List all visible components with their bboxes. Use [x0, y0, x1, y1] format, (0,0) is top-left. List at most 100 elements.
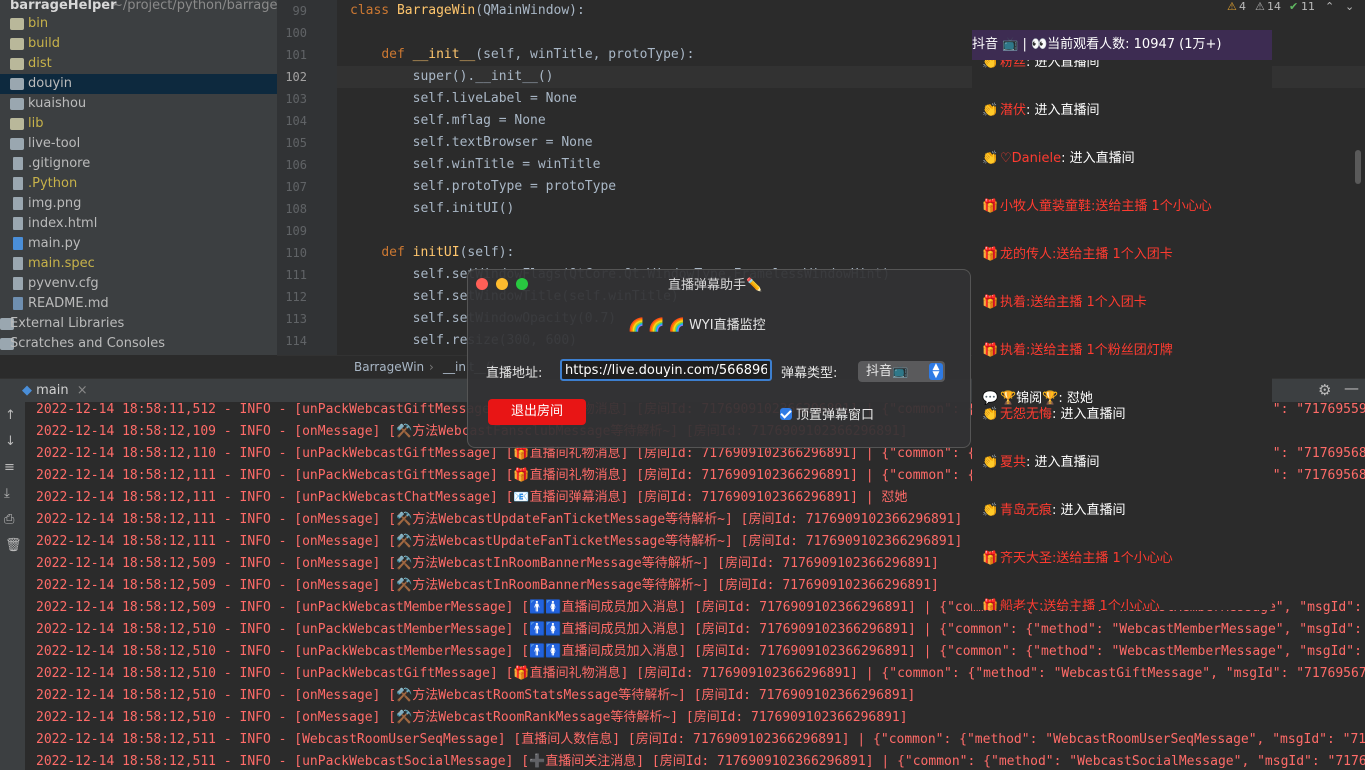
file-icon — [13, 297, 23, 310]
type-label: 弹幕类型: — [781, 366, 838, 381]
log-line: 2022-12-14 18:58:12,510 - INFO - [unPack… — [36, 644, 1365, 659]
danmaku-window[interactable]: 👏 粉丝: 进入直播间 👏 潜伏: 进入直播间 👏 ♡Daniele: 进入直播间 🎁 小牧人… — [972, 30, 1272, 610]
code-token: (self, winTitle, protoType): — [475, 47, 695, 62]
tree-item[interactable]: .Python — [0, 174, 277, 194]
tree-item[interactable]: lib — [0, 114, 277, 134]
tree-item-label: lib — [28, 116, 44, 131]
line-number: 102 — [285, 70, 307, 84]
message-text: : 进入直播间 — [1026, 455, 1100, 470]
tree-item[interactable]: kuaishou — [0, 94, 277, 114]
code-line: self.liveLabel = None — [350, 88, 577, 110]
line-number: 107 — [285, 180, 307, 194]
code-line: self.protoType = protoType — [350, 176, 617, 198]
code-token: BarrageWin — [396, 3, 476, 18]
tree-item[interactable]: main.spec — [0, 254, 277, 274]
line-number: 110 — [285, 246, 307, 260]
message-text: : 进入直播间 — [1052, 407, 1126, 422]
gear-icon[interactable]: ⚙ — [1318, 381, 1331, 399]
code-token: def — [381, 47, 413, 62]
message-user: 齐天大圣 — [1000, 551, 1053, 566]
code-token: __init__ — [412, 47, 476, 62]
zoom-window-button[interactable] — [516, 278, 528, 290]
tree-item[interactable]: main.py — [0, 234, 277, 254]
address-input[interactable] — [560, 359, 772, 381]
tree-item[interactable]: douyin — [0, 74, 277, 94]
tree-item[interactable]: bin — [0, 14, 277, 34]
code-token: initUI — [412, 245, 460, 260]
line-gutter: 99 100 101 102 103 104 105 106 107 108 109 110 111 11… — [277, 0, 337, 355]
tree-item-label: dist — [28, 56, 52, 71]
type-select[interactable]: 抖音📺 ▲ ▼ — [858, 361, 945, 382]
soft-wrap-icon[interactable]: ≡ — [4, 460, 15, 475]
ok-count: 11 — [1301, 0, 1315, 13]
danmaku-header: 抖音 📺 | 👀当前观看人数: 10947 (1万+) — [972, 30, 1272, 60]
message-kind-icon: 👏 — [982, 407, 999, 422]
log-line: 2022-12-14 18:58:12,510 - INFO - [unPack… — [36, 666, 1365, 681]
tree-item[interactable]: README.md — [0, 294, 277, 314]
log-line: 2022-12-14 18:58:12,111 - INFO - [onMess… — [36, 534, 963, 549]
folder-icon — [10, 58, 24, 70]
scrollbar-thumb[interactable] — [1355, 150, 1361, 184]
line-number: 111 — [285, 268, 307, 282]
danmaku-message: 🎁 执着:送给主播 1个入团卡 — [982, 292, 1147, 314]
tree-item[interactable]: pyvenv.cfg — [0, 274, 277, 294]
topmost-checkbox[interactable]: 顶置弹幕窗口 — [780, 404, 874, 423]
inspection-status[interactable]: ⚠ 4 ⚠ 14 ✔ 11 ⌃ ⌄ — [1225, 0, 1365, 16]
tree-item[interactable]: .gitignore — [0, 154, 277, 174]
barrage-helper-dialog: 直播弹幕助手✏️ 🌈 🌈 🌈 WYI直播监控 直播地址: 弹幕类型: 抖音📺 ▲… — [467, 269, 971, 448]
tree-item[interactable]: live-tool — [0, 134, 277, 154]
chevron-down-icon[interactable]: ⌄ — [1345, 0, 1354, 13]
line-number: 101 — [285, 48, 307, 62]
file-icon — [13, 217, 23, 230]
close-icon[interactable]: × — [77, 383, 88, 398]
log-line: 2022-12-14 18:58:12,111 - INFO - [onMess… — [36, 512, 963, 527]
arrow-up-icon[interactable]: ↑ — [5, 408, 16, 423]
message-user: 龙的传人 — [1000, 247, 1053, 262]
folder-icon — [10, 78, 24, 90]
arrow-down-icon[interactable]: ↓ — [5, 434, 16, 449]
tree-item[interactable]: index.html — [0, 214, 277, 234]
chevron-up-icon[interactable]: ⌃ — [1325, 0, 1334, 13]
minimize-window-button[interactable] — [496, 278, 508, 290]
tree-item-label: bin — [28, 16, 49, 31]
tree-item[interactable]: External Libraries — [0, 314, 277, 334]
code-line: self.mflag = None — [350, 110, 546, 132]
message-kind-icon: 🎁 — [982, 295, 999, 310]
dialog-subtitle: 🌈 🌈 🌈 WYI直播监控 — [628, 318, 766, 333]
exit-room-button[interactable]: 退出房间 — [488, 399, 586, 425]
danmaku-message: 👏 夏共: 进入直播间 — [982, 452, 1100, 474]
run-side-toolbar: ↑ ↓ ≡ ⤓ ⎙ 🗑 — [0, 402, 25, 770]
address-label: 直播地址: — [486, 366, 543, 381]
code-token: (QMainWindow): — [475, 3, 585, 18]
danmaku-message: 🎁 龙的传人:送给主播 1个入团卡 — [982, 244, 1173, 266]
line-number: 100 — [285, 26, 307, 40]
message-kind-icon: 🎁 — [982, 247, 999, 262]
message-user: 青岛无痕 — [1000, 503, 1053, 518]
code-token: self.protoType = protoType — [412, 179, 617, 194]
breadcrumb-class[interactable]: BarrageWin — [354, 356, 424, 378]
tree-item-label: Scratches and Consoles — [10, 336, 166, 351]
folder-icon — [10, 38, 24, 50]
print-icon[interactable]: ⎙ — [4, 512, 14, 527]
code-line: def initUI(self): — [350, 242, 514, 264]
breadcrumb-separator: › — [429, 360, 434, 374]
close-window-button[interactable] — [476, 278, 488, 290]
folder-icon — [10, 98, 24, 110]
log-line: 2022-12-14 18:58:12,111 - INFO - [unPack… — [36, 490, 908, 505]
message-kind-icon: 👏 — [982, 103, 999, 118]
tree-item[interactable]: Scratches and Consoles — [0, 334, 277, 354]
message-user: 夏共 — [1000, 455, 1027, 470]
code-line: class BarrageWin(QMainWindow): — [350, 0, 585, 22]
message-kind-icon: 👏 — [982, 455, 999, 470]
minimize-icon[interactable]: — — [1344, 379, 1359, 397]
scroll-to-end-icon[interactable]: ⤓ — [4, 486, 10, 501]
tree-item[interactable]: build — [0, 34, 277, 54]
tree-item[interactable]: img.png — [0, 194, 277, 214]
run-tab-main[interactable]: ◆ main × — [22, 379, 88, 403]
tree-item[interactable]: dist — [0, 54, 277, 74]
danmaku-message: 🎁 执着:送给主播 1个粉丝团灯牌 — [982, 340, 1173, 362]
trash-icon[interactable]: 🗑 — [5, 538, 22, 553]
line-number: 103 — [285, 92, 307, 106]
message-kind-icon: 👏 — [982, 151, 999, 166]
